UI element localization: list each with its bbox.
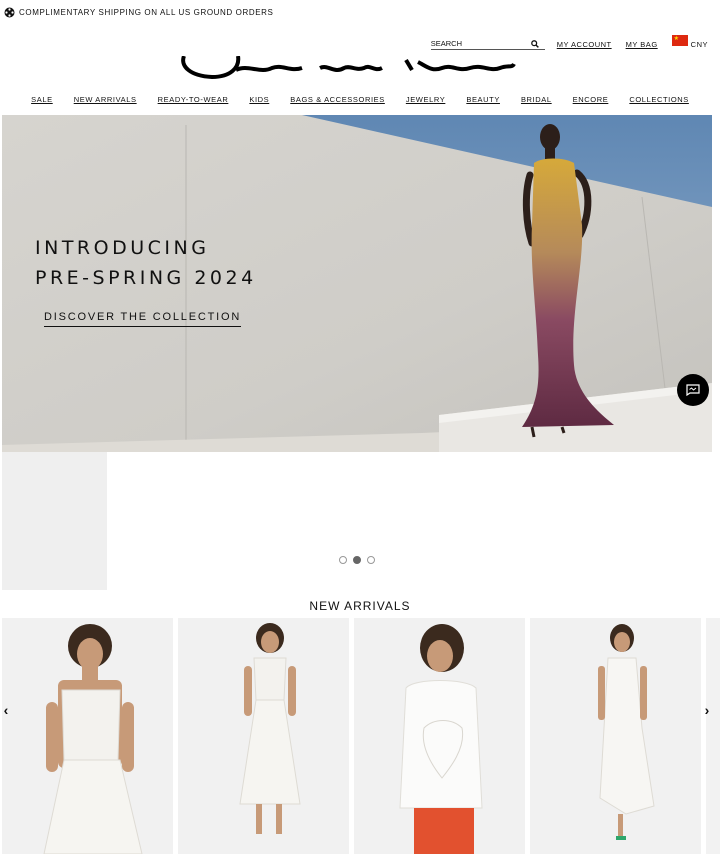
hero-title-line2: PRE-SPRING 2024	[35, 267, 257, 289]
nav-new-arrivals[interactable]: NEW ARRIVALS	[74, 95, 137, 104]
product-card[interactable]	[706, 618, 720, 854]
hero-title-line1: INTRODUCING	[35, 237, 210, 259]
brand-logo[interactable]	[178, 56, 518, 82]
chevron-right-icon[interactable]: ›	[701, 702, 713, 718]
product-card[interactable]	[530, 618, 701, 854]
product-card[interactable]	[178, 618, 349, 854]
product-image	[354, 618, 525, 854]
carousel-dot-2[interactable]	[353, 556, 361, 564]
promo-bar: COMPLIMENTARY SHIPPING ON ALL US GROUND …	[0, 0, 720, 24]
nav-collections[interactable]: COLLECTIONS	[629, 95, 689, 104]
nav-ready-to-wear[interactable]: READY-TO-WEAR	[158, 95, 229, 104]
nav-kids[interactable]: KIDS	[249, 95, 269, 104]
new-arrivals-title: NEW ARRIVALS	[309, 599, 411, 613]
carousel-dot-1[interactable]	[339, 556, 347, 564]
chat-icon	[686, 384, 700, 396]
nav-sale[interactable]: SALE	[31, 95, 53, 104]
discover-collection-link[interactable]: DISCOVER THE COLLECTION	[44, 311, 242, 327]
hero-banner[interactable]: INTRODUCING PRE-SPRING 2024 DISCOVER THE…	[2, 115, 712, 452]
hero-title: INTRODUCING PRE-SPRING 2024	[35, 233, 257, 293]
china-flag-icon[interactable]	[671, 34, 688, 46]
utility-bar: MY ACCOUNT MY BAG CNY	[430, 34, 708, 52]
search-icon[interactable]	[530, 39, 539, 48]
product-card[interactable]	[354, 618, 525, 854]
product-image	[530, 618, 701, 854]
nav-encore[interactable]: ENCORE	[573, 95, 609, 104]
search-field[interactable]	[430, 38, 545, 50]
product-image	[2, 618, 173, 854]
carousel-dots	[339, 556, 381, 564]
my-account-link[interactable]: MY ACCOUNT	[557, 40, 612, 49]
currency-selector[interactable]: CNY	[691, 40, 708, 49]
carousel-dot-3[interactable]	[367, 556, 375, 564]
chat-button[interactable]	[677, 374, 709, 406]
promo-text: COMPLIMENTARY SHIPPING ON ALL US GROUND …	[19, 7, 274, 17]
image-placeholder	[2, 452, 107, 590]
nav-jewelry[interactable]: JEWELRY	[406, 95, 446, 104]
product-image	[178, 618, 349, 854]
search-input[interactable]	[430, 39, 531, 48]
chevron-left-icon[interactable]: ‹	[0, 702, 12, 718]
product-card[interactable]	[2, 618, 173, 854]
nav-bridal[interactable]: BRIDAL	[521, 95, 552, 104]
nav-beauty[interactable]: BEAUTY	[466, 95, 500, 104]
shipping-icon	[4, 7, 15, 17]
product-carousel	[2, 618, 720, 854]
nav-bags-accessories[interactable]: BAGS & ACCESSORIES	[290, 95, 385, 104]
my-bag-link[interactable]: MY BAG	[626, 40, 658, 49]
main-nav: SALE NEW ARRIVALS READY-TO-WEAR KIDS BAG…	[0, 95, 720, 104]
